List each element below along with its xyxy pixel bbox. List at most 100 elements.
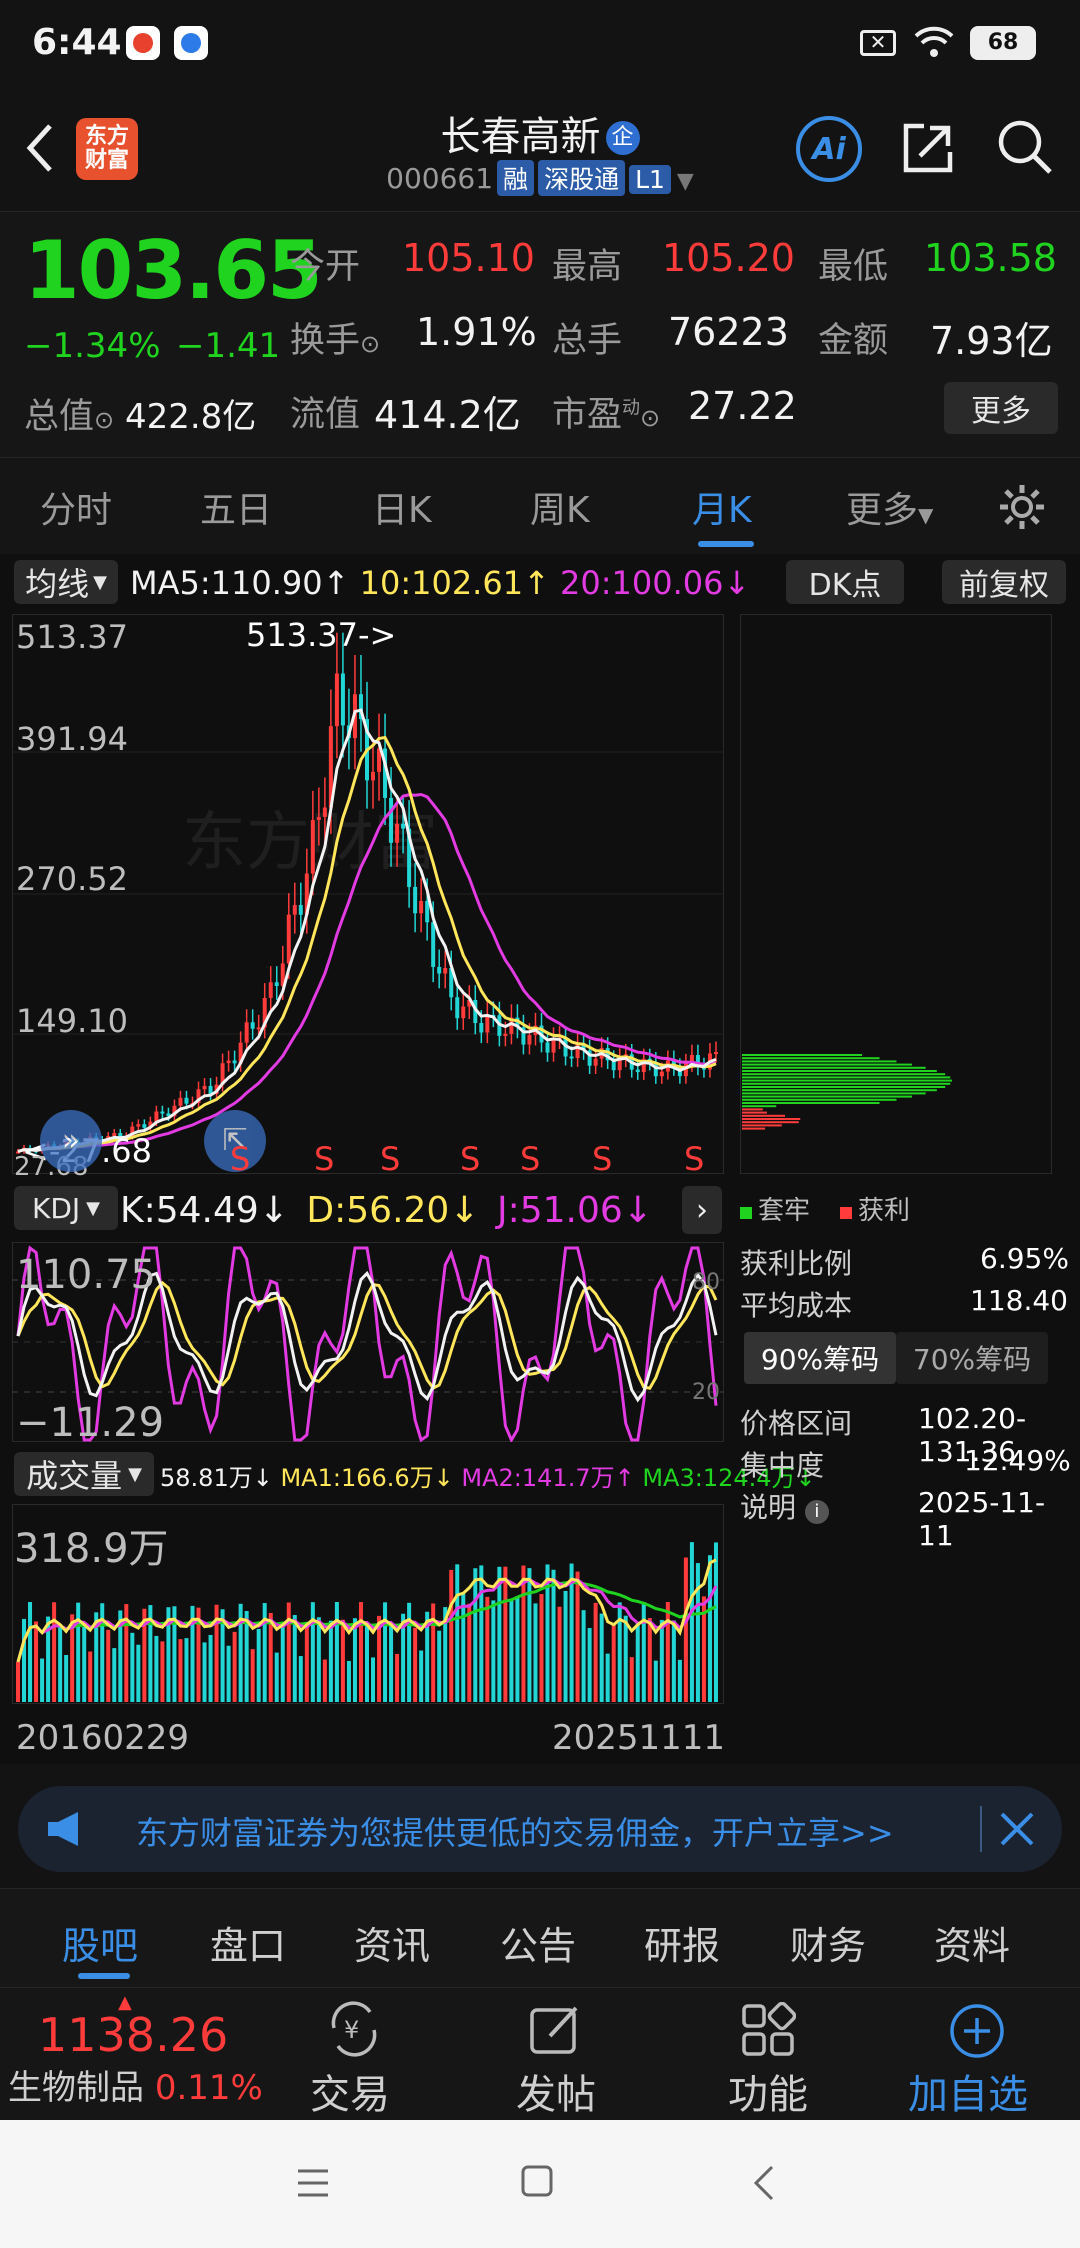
peak-marker: 513.37-> xyxy=(246,616,397,654)
post-label: 发帖 xyxy=(516,2072,596,2118)
tab-financials[interactable]: 财务 xyxy=(790,1915,866,1970)
chip-70-button[interactable]: 70%筹码 xyxy=(896,1332,1048,1384)
tab-daily-k[interactable]: 日K xyxy=(372,481,432,533)
kdj-selector[interactable]: KDJ ▼ xyxy=(14,1186,118,1230)
volume-bar xyxy=(316,1617,321,1702)
volume-bar xyxy=(557,1606,562,1702)
candle-body xyxy=(431,922,436,967)
settings-gear-icon[interactable] xyxy=(996,481,1048,533)
trade-button[interactable]: ¥ 交易 xyxy=(290,1988,420,2120)
volume-bar xyxy=(659,1619,664,1702)
volume-bar xyxy=(346,1660,351,1702)
sell-mark: S xyxy=(684,1140,705,1178)
sector-name-row: 生物制品 0.11% xyxy=(8,2060,263,2109)
promo-text[interactable]: 东方财富证券为您提供更低的交易佣金，开户立享>> xyxy=(136,1808,894,1854)
candle-body xyxy=(160,1111,165,1114)
volume-bar xyxy=(82,1626,87,1702)
quote-panel: 103.65 −1.34% −1.41 总值⊙ 422.8亿 今开 105.10… xyxy=(0,211,1080,458)
tab-forum[interactable]: 股吧 xyxy=(62,1915,138,1970)
volume-bar xyxy=(88,1651,93,1702)
chip-bar xyxy=(742,1054,862,1056)
indicator-next-arrow[interactable]: › xyxy=(682,1186,722,1234)
back-icon[interactable] xyxy=(752,2164,776,2202)
volume-bar xyxy=(76,1602,81,1702)
candle-body xyxy=(443,968,448,974)
functions-label: 功能 xyxy=(728,2072,808,2118)
candle-body xyxy=(286,914,291,964)
volume-bar xyxy=(449,1569,454,1702)
candle-body xyxy=(340,673,345,726)
share-icon[interactable] xyxy=(898,118,958,178)
tab-research[interactable]: 研报 xyxy=(644,1915,720,1970)
candle-body xyxy=(527,1035,532,1045)
home-icon[interactable] xyxy=(520,2164,554,2198)
volume-bar xyxy=(533,1603,538,1702)
volume-bar xyxy=(653,1660,658,1702)
chip-bar xyxy=(742,1092,926,1095)
volume-bar xyxy=(515,1597,520,1702)
volume-bar xyxy=(340,1619,345,1702)
note-label[interactable]: 说明 i xyxy=(740,1486,829,1526)
tab-intraday[interactable]: 分时 xyxy=(40,481,112,533)
adjust-button[interactable]: 前复权 xyxy=(942,560,1066,604)
vol-value: 58.81万 xyxy=(160,1464,253,1492)
volume-bar xyxy=(473,1568,478,1702)
volume-bar xyxy=(64,1655,69,1702)
search-icon[interactable] xyxy=(994,116,1056,178)
volume-bar xyxy=(479,1565,484,1702)
tab-orderbook[interactable]: 盘口 xyxy=(210,1915,286,1970)
open-value: 105.10 xyxy=(402,236,535,280)
volume-bar xyxy=(22,1618,27,1702)
volume-bar xyxy=(491,1600,496,1702)
sell-mark: S xyxy=(314,1140,335,1178)
tab-weekly-k[interactable]: 周K xyxy=(530,481,590,533)
menu-icon[interactable] xyxy=(296,2168,330,2198)
chip-90-button[interactable]: 90%筹码 xyxy=(744,1332,896,1384)
functions-button[interactable]: 功能 xyxy=(704,1988,834,2120)
volume-label: 总手 xyxy=(552,321,623,361)
more-button[interactable]: 更多 xyxy=(944,382,1058,434)
ma-selector[interactable]: 均线 ▼ xyxy=(14,560,118,604)
candle-body xyxy=(395,823,400,843)
ai-button[interactable]: Ai xyxy=(796,116,862,182)
volume-bar xyxy=(154,1635,159,1702)
candle-body xyxy=(310,820,315,874)
yuan-exchange-icon: ¥ xyxy=(331,2001,377,2057)
volume-bar xyxy=(563,1590,568,1702)
tab-five-day[interactable]: 五日 xyxy=(200,481,272,533)
sector-pct: 0.11% xyxy=(154,2068,263,2108)
dk-point-button[interactable]: DK点 xyxy=(786,560,904,604)
date-start: 20160229 xyxy=(16,1718,190,1758)
add-watchlist-button[interactable]: 加自选 xyxy=(900,1988,1060,2120)
candle-body xyxy=(635,1069,640,1073)
chip-bar xyxy=(742,1095,913,1098)
volume-bar xyxy=(160,1641,165,1702)
expand-left-icon[interactable]: » xyxy=(40,1110,102,1172)
volume-bar xyxy=(575,1571,580,1702)
tab-monthly-k[interactable]: 月K xyxy=(692,481,752,533)
tab-more[interactable]: 更多▼ xyxy=(846,481,933,533)
mktcap-value: 422.8亿 xyxy=(124,397,257,437)
close-icon[interactable] xyxy=(998,1810,1036,1848)
volume-selector[interactable]: 成交量 ▼ xyxy=(14,1452,154,1496)
battery-level: 68 xyxy=(987,30,1019,55)
avg-cost-label: 平均成本 xyxy=(740,1289,853,1322)
promo-banner[interactable]: 东方财富证券为您提供更低的交易佣金，开户立享>> xyxy=(18,1786,1062,1872)
tab-announcements[interactable]: 公告 xyxy=(500,1915,576,1970)
info-tabs: 股吧 盘口 资讯 公告 研报 财务 资料 xyxy=(0,1888,1080,1988)
sector-index[interactable]: ▲ 1138.26 生物制品 0.11% xyxy=(0,1988,263,2120)
volume-bar xyxy=(461,1593,466,1702)
avg-cost-value: 118.40 xyxy=(970,1284,1068,1317)
legend-swatch-profit xyxy=(840,1207,853,1219)
megaphone-icon xyxy=(48,1812,78,1846)
volume-bar xyxy=(304,1623,309,1702)
post-button[interactable]: 发帖 xyxy=(494,1988,624,2120)
info-icon[interactable]: i xyxy=(804,1500,829,1524)
volume-values: 58.81万↓ MA1:166.6万↓ MA2:141.7万↑ MA3:124.… xyxy=(160,1464,816,1492)
tab-profile[interactable]: 资料 xyxy=(934,1915,1010,1970)
volume-bar xyxy=(250,1649,255,1702)
candle-body xyxy=(419,900,424,914)
volume-bar xyxy=(130,1632,135,1702)
tab-news[interactable]: 资讯 xyxy=(354,1915,430,1970)
notification-app-icon xyxy=(126,26,160,60)
